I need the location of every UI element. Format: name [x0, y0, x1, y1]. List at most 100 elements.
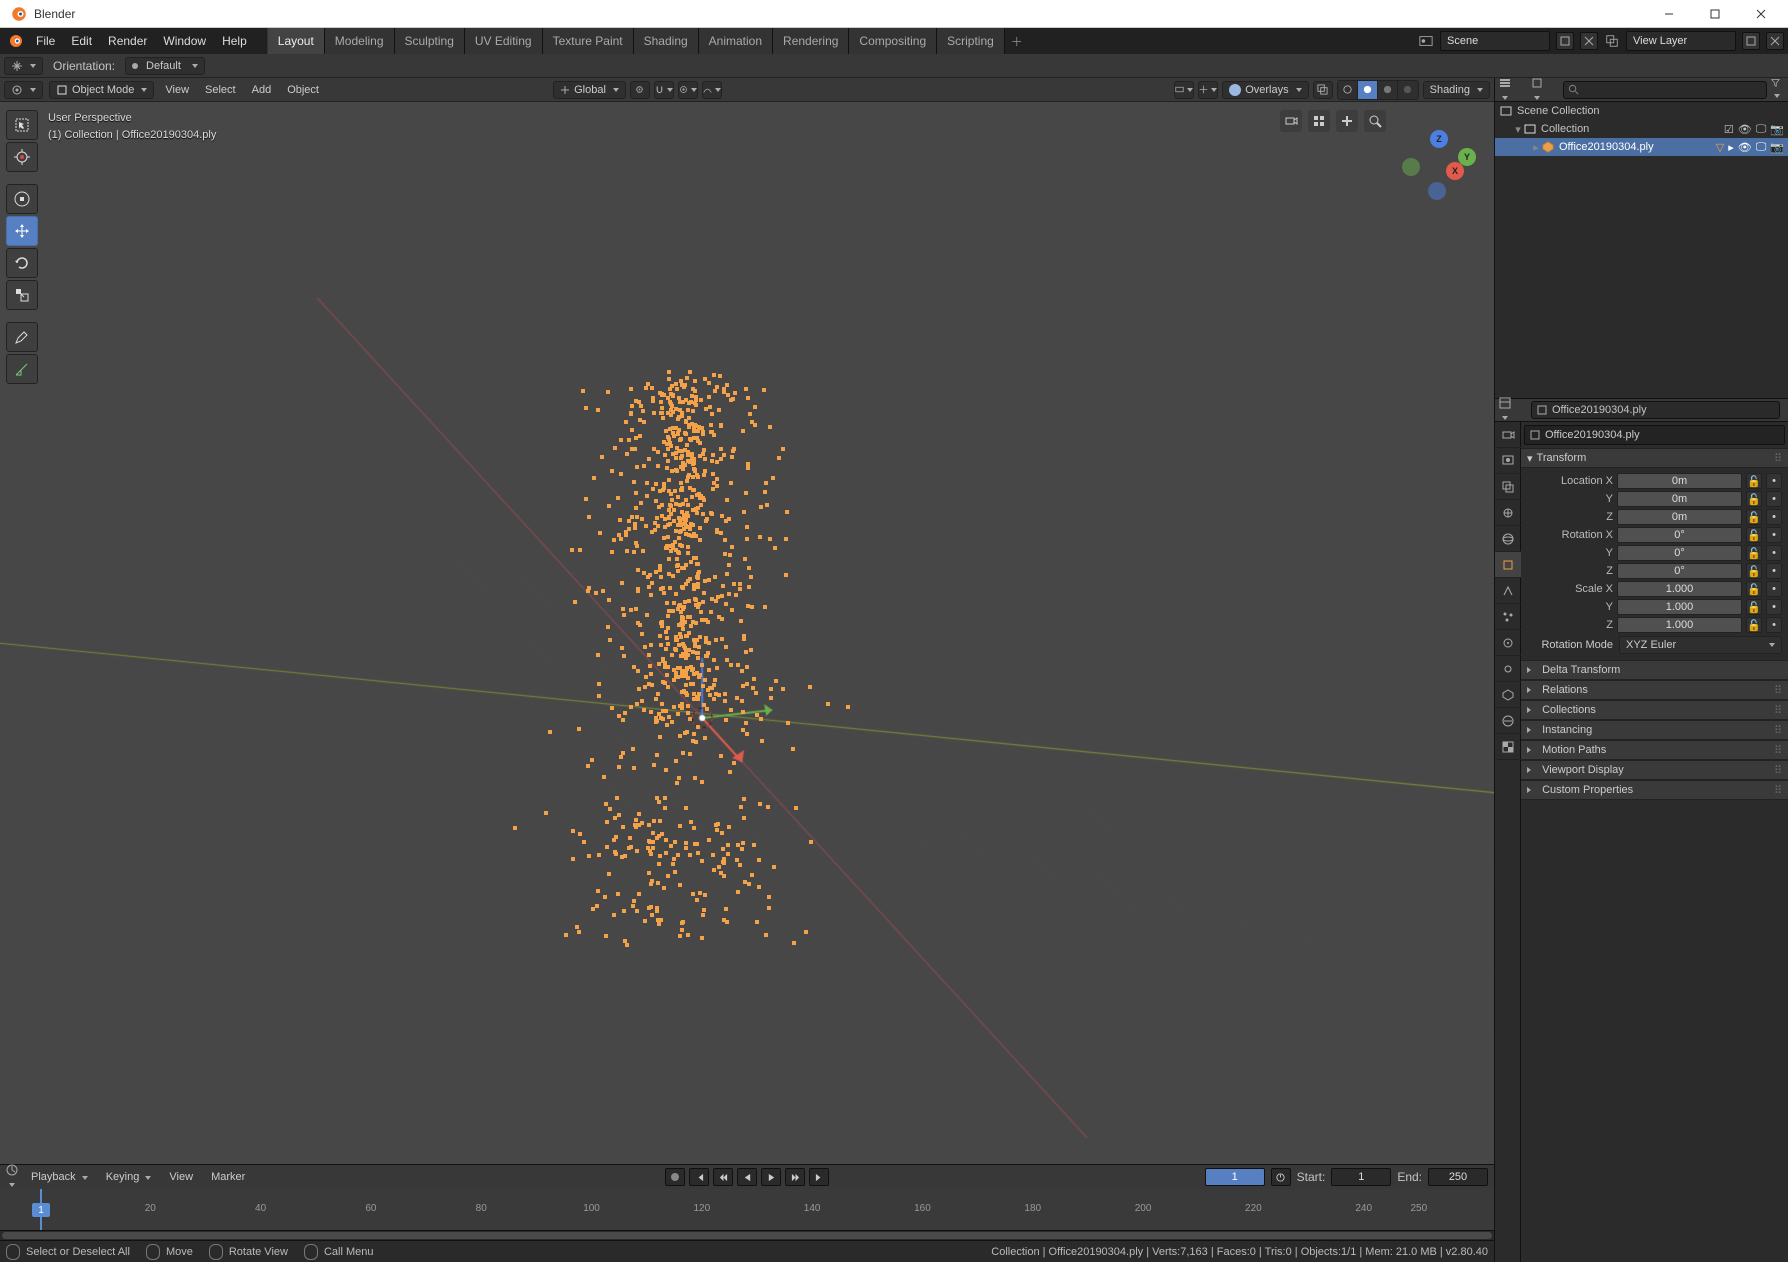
nav-camera-button[interactable] — [1280, 110, 1302, 132]
lock-rot-x[interactable]: 🔓 — [1746, 527, 1762, 543]
motion-paths-header[interactable]: Motion Paths⠿ — [1521, 740, 1788, 760]
outliner[interactable]: Scene Collection ▾ Collection ☑ 👁 🖵 📷 ▸ — [1495, 102, 1788, 398]
ptab-constraints[interactable] — [1495, 656, 1521, 682]
view-menu[interactable]: View — [160, 84, 194, 96]
tab-animation[interactable]: Animation — [699, 28, 773, 54]
ptab-texture[interactable] — [1495, 734, 1521, 760]
rot-z[interactable]: 0° — [1617, 563, 1742, 579]
select-menu[interactable]: Select — [200, 84, 241, 96]
keying-menu[interactable]: Keying — [101, 1171, 157, 1183]
rotation-mode[interactable]: XYZ Euler — [1619, 636, 1782, 654]
rot-x[interactable]: 0° — [1617, 527, 1742, 543]
lock-loc-x[interactable]: 🔓 — [1746, 473, 1762, 489]
anim-scale-y[interactable]: • — [1766, 599, 1782, 615]
tool-move[interactable] — [6, 216, 38, 246]
transform-panel-header[interactable]: ▾Transform⠿ — [1521, 448, 1788, 468]
layer-browse-icon[interactable] — [1604, 34, 1620, 48]
object-visibility-button[interactable] — [1174, 81, 1194, 99]
ptab-object[interactable] — [1495, 552, 1521, 578]
anim-scale-z[interactable]: • — [1766, 617, 1782, 633]
nav-pan-button[interactable] — [1336, 110, 1358, 132]
ptab-modifiers[interactable] — [1495, 578, 1521, 604]
collection-exclude-icon[interactable]: ☑ — [1724, 123, 1734, 136]
axis-z[interactable]: Z — [1430, 130, 1448, 148]
menu-file[interactable]: File — [28, 28, 63, 54]
shading-rendered[interactable] — [1398, 81, 1418, 99]
collections-header[interactable]: Collections⠿ — [1521, 700, 1788, 720]
loc-y[interactable]: 0m — [1617, 491, 1742, 507]
anim-rot-x[interactable]: • — [1766, 527, 1782, 543]
tool-cursor[interactable] — [6, 142, 38, 172]
axis-neg-z[interactable] — [1428, 182, 1446, 200]
object-select-icon[interactable]: ▸ — [1728, 141, 1734, 154]
tool-annotate[interactable] — [6, 322, 38, 352]
end-frame[interactable]: 250 — [1428, 1168, 1488, 1186]
ptab-world[interactable] — [1495, 526, 1521, 552]
outliner-scene-collection[interactable]: Scene Collection — [1495, 102, 1788, 120]
scale-z[interactable]: 1.000 — [1617, 617, 1742, 633]
maximize-button[interactable] — [1692, 0, 1738, 28]
lock-scale-y[interactable]: 🔓 — [1746, 599, 1762, 615]
scale-y[interactable]: 1.000 — [1617, 599, 1742, 615]
mesh-data-icon[interactable]: ▽ — [1716, 141, 1724, 154]
outliner-collection[interactable]: ▾ Collection ☑ 👁 🖵 📷 — [1495, 120, 1788, 138]
play-button[interactable] — [761, 1168, 781, 1186]
ptab-mesh[interactable] — [1495, 682, 1521, 708]
menu-edit[interactable]: Edit — [63, 28, 100, 54]
autokey-preview[interactable] — [1271, 1168, 1291, 1186]
menu-render[interactable]: Render — [100, 28, 155, 54]
loc-x[interactable]: 0m — [1617, 473, 1742, 489]
nav-zoom-button[interactable] — [1364, 110, 1386, 132]
editor-type-button[interactable] — [4, 81, 43, 99]
play-reverse-button[interactable] — [737, 1168, 757, 1186]
anim-loc-z[interactable]: • — [1766, 509, 1782, 525]
axis-gizmo[interactable]: Y X Z — [1402, 126, 1476, 200]
tab-layout[interactable]: Layout — [268, 28, 325, 54]
anim-rot-z[interactable]: • — [1766, 563, 1782, 579]
axis-x[interactable]: X — [1446, 162, 1464, 180]
jump-start-button[interactable] — [689, 1168, 709, 1186]
tab-scripting[interactable]: Scripting — [937, 28, 1005, 54]
add-menu[interactable]: Add — [247, 84, 277, 96]
viewport-3d[interactable]: User Perspective (1) Collection | Office… — [0, 102, 1494, 1164]
axis-neg-y[interactable] — [1402, 158, 1420, 176]
anim-rot-y[interactable]: • — [1766, 545, 1782, 561]
ptab-physics[interactable] — [1495, 630, 1521, 656]
timeline-tracks[interactable]: 020406080100120140160180200220240250 1 — [0, 1189, 1494, 1230]
viewlayer-new-button[interactable] — [1742, 32, 1760, 50]
close-button[interactable] — [1738, 0, 1784, 28]
anim-scale-x[interactable]: • — [1766, 581, 1782, 597]
collection-disable-icon[interactable]: 🖵 — [1756, 123, 1767, 136]
next-key-button[interactable] — [785, 1168, 805, 1186]
tool-scale[interactable] — [6, 280, 38, 310]
tab-modeling[interactable]: Modeling — [325, 28, 395, 54]
tab-rendering[interactable]: Rendering — [773, 28, 849, 54]
ptab-render[interactable] — [1495, 422, 1521, 448]
tool-rotate[interactable] — [6, 248, 38, 278]
lock-loc-y[interactable]: 🔓 — [1746, 491, 1762, 507]
xray-toggle[interactable] — [1313, 81, 1333, 99]
anim-loc-y[interactable]: • — [1766, 491, 1782, 507]
prev-key-button[interactable] — [713, 1168, 733, 1186]
outliner-display-mode[interactable] — [1531, 77, 1559, 103]
custom-properties-header[interactable]: Custom Properties⠿ — [1521, 780, 1788, 800]
rot-y[interactable]: 0° — [1617, 545, 1742, 561]
marker-menu[interactable]: Marker — [206, 1171, 250, 1183]
scene-field[interactable]: Scene — [1440, 31, 1550, 51]
viewlayer-field[interactable]: View Layer — [1626, 31, 1736, 51]
object-name-field[interactable]: Office20190304.ply — [1524, 425, 1785, 445]
pivot-button[interactable] — [630, 81, 650, 99]
proportional-edit-button[interactable] — [678, 81, 698, 99]
tab-texturepaint[interactable]: Texture Paint — [543, 28, 634, 54]
shading-solid[interactable] — [1358, 81, 1378, 99]
instancing-header[interactable]: Instancing⠿ — [1521, 720, 1788, 740]
proportional-falloff-button[interactable] — [702, 81, 722, 99]
overlays-dropdown[interactable]: Overlays — [1222, 81, 1308, 99]
tool-select[interactable] — [6, 110, 38, 140]
ptab-material[interactable] — [1495, 708, 1521, 734]
add-workspace-button[interactable]: ＋ — [1005, 28, 1029, 54]
scale-x[interactable]: 1.000 — [1617, 581, 1742, 597]
properties-type[interactable] — [1499, 397, 1527, 423]
snap-button[interactable] — [654, 81, 674, 99]
scene-delete-button[interactable] — [1580, 32, 1598, 50]
